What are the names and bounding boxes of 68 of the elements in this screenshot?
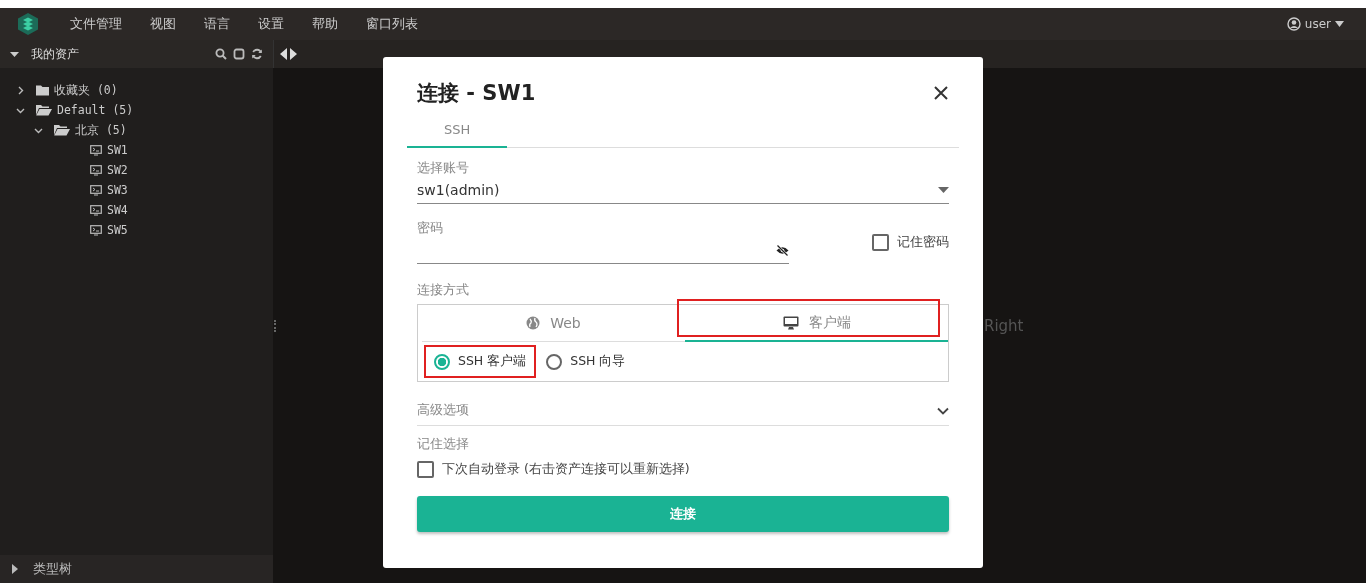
tree-item[interactable]: SW3 — [0, 180, 273, 200]
tree-item[interactable]: 收藏夹 (0) — [0, 80, 273, 100]
radio-button[interactable] — [546, 353, 563, 370]
caret-icon — [1335, 21, 1344, 27]
device-icon — [90, 204, 102, 216]
menu-item[interactable]: 帮助 — [312, 15, 338, 33]
dialog-title: 连接 - SW1 — [417, 80, 536, 107]
tree-label: 收藏夹 (0) — [54, 82, 118, 98]
device-icon — [90, 164, 102, 176]
method-tab[interactable]: Web — [422, 305, 685, 342]
remember-password-checkbox[interactable]: 记住密码 — [872, 233, 949, 251]
hidden-eye-icon[interactable] — [776, 244, 789, 256]
protocol-tab[interactable]: SSH — [407, 115, 508, 148]
tree-item[interactable]: Default (5) — [0, 100, 273, 120]
client-radio[interactable]: SSH 向导 — [536, 345, 636, 378]
placeholder-text: Right — [984, 316, 1024, 335]
folder-icon — [36, 84, 49, 96]
menu-item[interactable]: 文件管理 — [70, 15, 122, 33]
menu-item[interactable]: 语言 — [204, 15, 230, 33]
sidebar-footer[interactable]: 类型树 — [0, 555, 273, 583]
field-label: 记住选择 — [417, 436, 470, 453]
resize-handle[interactable] — [274, 319, 278, 332]
sidebar-footer-label: 类型树 — [33, 560, 72, 578]
menu-item[interactable]: 设置 — [258, 15, 284, 33]
tree-label: SW5 — [107, 223, 128, 237]
tree-item[interactable]: SW2 — [0, 160, 273, 180]
sidebar-title: 我的资产 — [31, 45, 79, 63]
search-icon[interactable] — [215, 48, 227, 60]
split-arrows-icon[interactable] — [280, 48, 298, 60]
refresh-icon[interactable] — [251, 48, 263, 60]
tree-label: SW1 — [107, 143, 128, 157]
user-menu[interactable]: user — [1286, 17, 1344, 31]
client-radio[interactable]: SSH 客户端 — [424, 345, 537, 378]
radio-button[interactable] — [434, 353, 450, 370]
folder-open-icon — [54, 124, 70, 136]
square-icon[interactable] — [233, 48, 245, 60]
folder-open-icon — [36, 104, 52, 116]
checkbox[interactable] — [872, 233, 889, 251]
device-icon — [90, 184, 102, 196]
auto-login-checkbox[interactable]: 下次自动登录 (右击资产连接可以重新选择) — [417, 461, 949, 478]
menu-item[interactable]: 窗口列表 — [366, 15, 418, 33]
advanced-options-toggle[interactable]: 高级选项 — [417, 386, 949, 426]
logo-icon — [16, 12, 40, 36]
collapse-icon[interactable] — [10, 49, 19, 59]
tree-item[interactable]: 北京 (5) — [0, 120, 273, 140]
globe-icon — [526, 315, 541, 330]
tree-item[interactable]: SW1 — [0, 140, 273, 160]
monitor-icon — [782, 315, 799, 330]
method-tab[interactable]: 客户端 — [685, 305, 948, 342]
dropdown-icon — [938, 187, 949, 193]
field-label: 选择账号 — [417, 160, 470, 177]
tree-item[interactable]: SW4 — [0, 200, 273, 220]
tree-label: 北京 (5) — [75, 122, 127, 138]
device-icon — [90, 144, 102, 156]
checkbox[interactable] — [417, 461, 434, 478]
tree-label: SW4 — [107, 203, 128, 217]
field-label: 连接方式 — [417, 282, 470, 299]
menu-item[interactable]: 视图 — [150, 15, 176, 33]
tree-label: SW3 — [107, 183, 128, 197]
tree-label: SW2 — [107, 163, 128, 177]
field-label: 密码 — [417, 220, 444, 237]
tree-label: Default (5) — [57, 103, 134, 117]
tree-item[interactable]: SW5 — [0, 220, 273, 240]
device-icon — [90, 224, 102, 236]
chevron-icon[interactable] — [16, 85, 25, 95]
account-select[interactable]: sw1(admin) — [417, 177, 949, 204]
user-icon — [1286, 17, 1301, 31]
close-icon[interactable] — [933, 85, 949, 101]
